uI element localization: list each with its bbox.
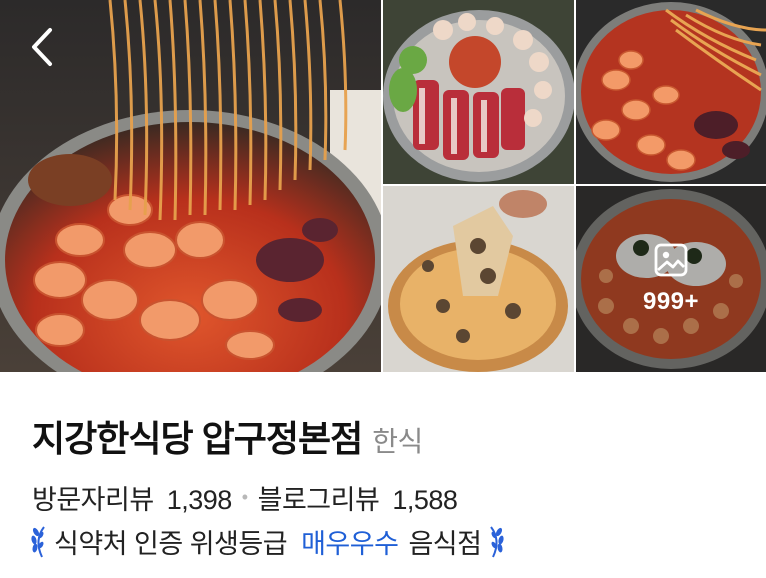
main-photo[interactable]	[0, 0, 381, 372]
blog-review-link[interactable]: 블로그리뷰 1,588	[258, 478, 458, 517]
gallery-photo-1[interactable]	[383, 0, 574, 184]
visitor-review-link[interactable]: 방문자리뷰 1,398	[32, 478, 232, 517]
place-name: 지강한식당 압구정본점	[32, 418, 363, 459]
hotpot-raw-ingredients-image	[383, 0, 574, 184]
hygiene-prefix: 식약처 인증 위생등급	[54, 529, 288, 559]
hygiene-grade: 매우우수	[301, 529, 399, 559]
title-row: 지강한식당 압구정본점 한식	[32, 410, 423, 462]
photo-gallery: 999+	[0, 0, 766, 372]
gallery-photo-2[interactable]	[576, 0, 766, 184]
place-info: 지강한식당 압구정본점 한식 방문자리뷰 1,398 • 블로그리뷰 1,588…	[0, 372, 766, 578]
gallery-photo-3[interactable]	[383, 186, 574, 372]
chevron-left-icon	[32, 28, 52, 66]
place-category: 한식	[372, 426, 423, 457]
laurel-left-icon	[31, 525, 45, 557]
review-separator: •	[241, 487, 248, 507]
back-button[interactable]	[18, 22, 68, 72]
laurel-right-icon	[490, 525, 505, 557]
more-photos-overlay[interactable]: 999+	[576, 186, 766, 372]
gallery-photo-more[interactable]: 999+	[576, 186, 766, 372]
seafood-noodle-image	[576, 0, 766, 184]
hygiene-grade-badge[interactable]: 식약처 인증 위생등급 매우우수 음식점	[30, 522, 505, 561]
truffle-pizza-image	[383, 186, 574, 372]
visitor-review-count: 1,398	[166, 485, 233, 515]
image-icon	[654, 243, 688, 277]
hygiene-suffix: 음식점	[408, 529, 482, 559]
visitor-review-label: 방문자리뷰	[32, 485, 154, 515]
more-photos-count: 999+	[642, 288, 700, 315]
review-summary: 방문자리뷰 1,398 • 블로그리뷰 1,588	[32, 478, 458, 517]
blog-review-label: 블로그리뷰	[257, 485, 380, 515]
blog-review-count: 1,588	[392, 485, 458, 515]
